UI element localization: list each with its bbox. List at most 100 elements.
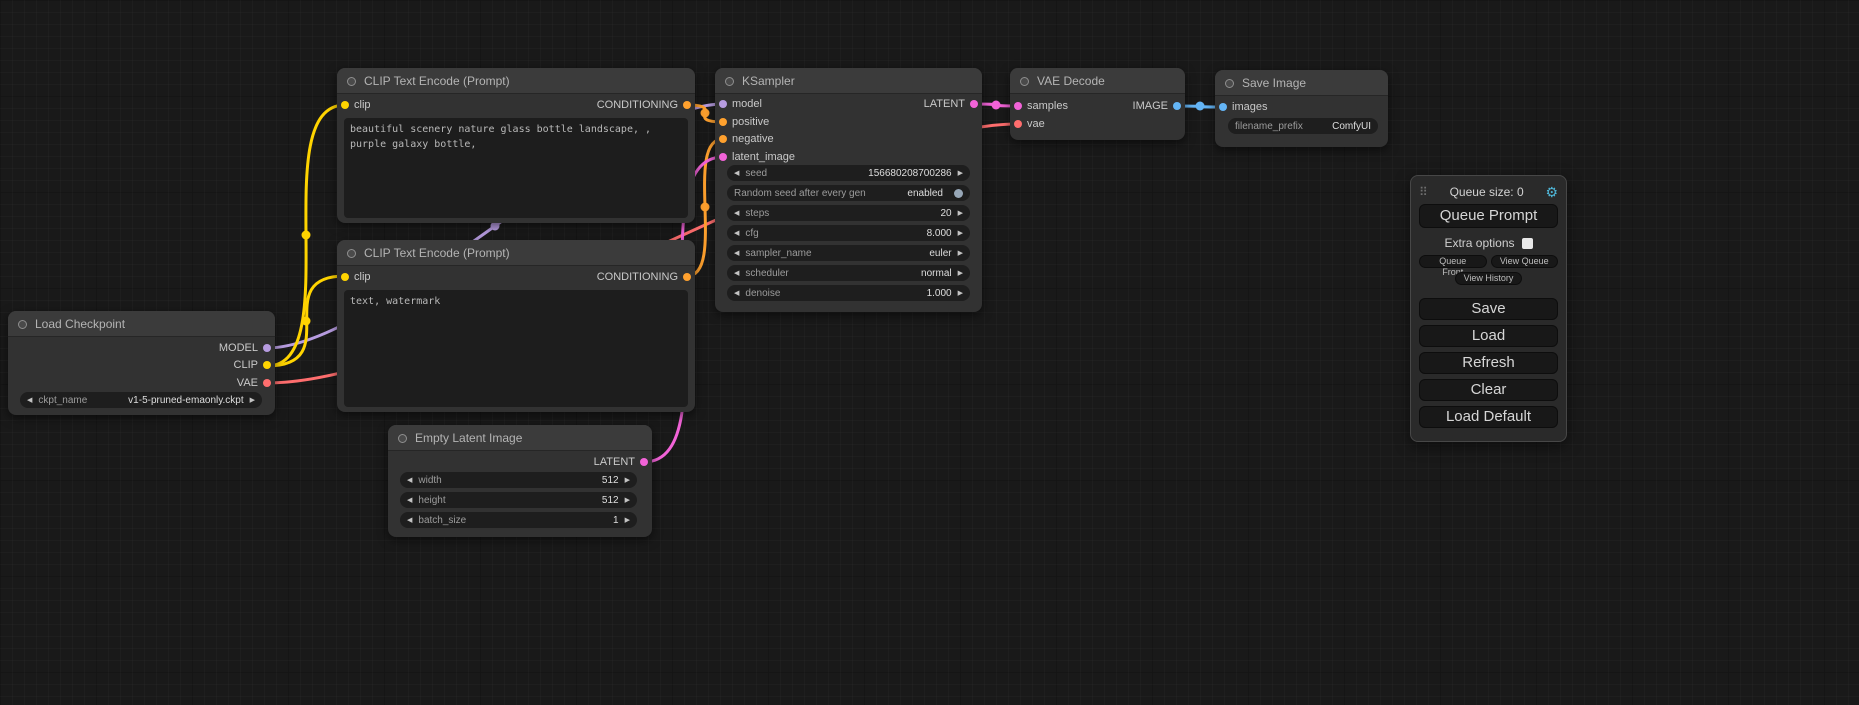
link-conditioning-positive-dot[interactable] bbox=[701, 109, 710, 118]
save-button[interactable]: Save bbox=[1419, 298, 1558, 320]
node-title-bar[interactable]: Save Image bbox=[1215, 70, 1388, 96]
increment-icon[interactable]: ▶ bbox=[958, 250, 963, 257]
view-history-button[interactable]: View History bbox=[1455, 272, 1523, 285]
widget-height[interactable]: ◀ height 512 ▶ bbox=[400, 492, 637, 508]
increment-icon[interactable]: ▶ bbox=[958, 170, 963, 177]
node-clip-text-encode-positive[interactable]: CLIP Text Encode (Prompt) clip CONDITION… bbox=[337, 68, 695, 223]
node-graph-canvas[interactable]: Load Checkpoint MODEL CLIP VAE ◀ ckpt_na… bbox=[0, 0, 1859, 705]
link-samples-dot[interactable] bbox=[992, 101, 1001, 110]
widget-random-seed-toggle[interactable]: Random seed after every gen enabled bbox=[727, 185, 970, 201]
node-empty-latent-image[interactable]: Empty Latent Image LATENT ◀ width 512 ▶ … bbox=[388, 425, 652, 537]
vae-slot-dot[interactable] bbox=[263, 379, 271, 387]
decrement-icon[interactable]: ◀ bbox=[27, 397, 32, 404]
widget-cfg[interactable]: ◀ cfg 8.000 ▶ bbox=[727, 225, 970, 241]
widget-label: denoise bbox=[745, 288, 780, 299]
settings-gear-icon[interactable]: ⚙ bbox=[1545, 185, 1558, 199]
increment-icon[interactable]: ▶ bbox=[625, 497, 630, 504]
toggle-knob-icon[interactable] bbox=[954, 189, 963, 198]
conditioning-slot-dot[interactable] bbox=[719, 118, 727, 126]
output-slot-image: IMAGE bbox=[1010, 97, 1185, 115]
decrement-icon[interactable]: ◀ bbox=[734, 250, 739, 257]
node-save-image[interactable]: Save Image images filename_prefix ComfyU… bbox=[1215, 70, 1388, 147]
slot-label: IMAGE bbox=[1133, 100, 1168, 112]
queue-buttons-row: Queue Front View Queue bbox=[1419, 255, 1558, 268]
output-slot-latent: LATENT bbox=[388, 453, 652, 471]
node-vae-decode[interactable]: VAE Decode samples IMAGE vae bbox=[1010, 68, 1185, 140]
widget-label: height bbox=[418, 495, 445, 506]
increment-icon[interactable]: ▶ bbox=[958, 210, 963, 217]
node-title: Empty Latent Image bbox=[415, 431, 522, 445]
node-title-bar[interactable]: KSampler bbox=[715, 68, 982, 94]
increment-icon[interactable]: ▶ bbox=[958, 230, 963, 237]
widget-seed[interactable]: ◀ seed 156680208700286 ▶ bbox=[727, 165, 970, 181]
image-slot-dot[interactable] bbox=[1173, 102, 1181, 110]
view-queue-button[interactable]: View Queue bbox=[1491, 255, 1559, 268]
widget-value: normal bbox=[921, 268, 952, 279]
node-ksampler[interactable]: KSampler model LATENT positive negative … bbox=[715, 68, 982, 312]
decrement-icon[interactable]: ◀ bbox=[734, 290, 739, 297]
widget-steps[interactable]: ◀ steps 20 ▶ bbox=[727, 205, 970, 221]
node-clip-text-encode-negative[interactable]: CLIP Text Encode (Prompt) clip CONDITION… bbox=[337, 240, 695, 412]
image-slot-dot[interactable] bbox=[1219, 103, 1227, 111]
model-slot-dot[interactable] bbox=[263, 344, 271, 352]
decrement-icon[interactable]: ◀ bbox=[734, 270, 739, 277]
drag-handle-icon[interactable]: ⠿ bbox=[1419, 185, 1428, 199]
node-title-bar[interactable]: CLIP Text Encode (Prompt) bbox=[337, 240, 695, 266]
widget-value: 1.000 bbox=[927, 288, 952, 299]
refresh-button[interactable]: Refresh bbox=[1419, 352, 1558, 374]
conditioning-slot-dot[interactable] bbox=[719, 135, 727, 143]
decrement-icon[interactable]: ◀ bbox=[734, 210, 739, 217]
widget-width[interactable]: ◀ width 512 ▶ bbox=[400, 472, 637, 488]
queue-menu-panel[interactable]: ⠿ Queue size: 0 ⚙ Queue Prompt Extra opt… bbox=[1410, 175, 1567, 442]
queue-size-label: Queue size: 0 bbox=[1450, 185, 1524, 199]
extra-options-checkbox[interactable] bbox=[1522, 238, 1533, 249]
widget-value: 512 bbox=[602, 495, 619, 506]
decrement-icon[interactable]: ◀ bbox=[407, 497, 412, 504]
link-images-dot[interactable] bbox=[1196, 102, 1205, 111]
node-title-bar[interactable]: Empty Latent Image bbox=[388, 425, 652, 451]
slot-label: VAE bbox=[237, 377, 258, 389]
vae-slot-dot[interactable] bbox=[1014, 120, 1022, 128]
decrement-icon[interactable]: ◀ bbox=[734, 170, 739, 177]
latent-slot-dot[interactable] bbox=[640, 458, 648, 466]
slot-label: negative bbox=[732, 133, 774, 145]
output-slot-clip: CLIP bbox=[8, 356, 275, 374]
increment-icon[interactable]: ▶ bbox=[958, 270, 963, 277]
widget-batch-size[interactable]: ◀ batch_size 1 ▶ bbox=[400, 512, 637, 528]
increment-icon[interactable]: ▶ bbox=[958, 290, 963, 297]
widget-label: scheduler bbox=[745, 268, 788, 279]
decrement-icon[interactable]: ◀ bbox=[734, 230, 739, 237]
latent-slot-dot[interactable] bbox=[970, 100, 978, 108]
load-button[interactable]: Load bbox=[1419, 325, 1558, 347]
widget-sampler-name[interactable]: ◀ sampler_name euler ▶ bbox=[727, 245, 970, 261]
conditioning-slot-dot[interactable] bbox=[683, 101, 691, 109]
widget-denoise[interactable]: ◀ denoise 1.000 ▶ bbox=[727, 285, 970, 301]
increment-icon[interactable]: ▶ bbox=[625, 477, 630, 484]
prompt-textarea[interactable]: text, watermark bbox=[344, 290, 688, 407]
increment-icon[interactable]: ▶ bbox=[625, 517, 630, 524]
node-load-checkpoint[interactable]: Load Checkpoint MODEL CLIP VAE ◀ ckpt_na… bbox=[8, 311, 275, 415]
queue-front-button[interactable]: Queue Front bbox=[1419, 255, 1487, 268]
load-default-button[interactable]: Load Default bbox=[1419, 406, 1558, 428]
clear-button[interactable]: Clear bbox=[1419, 379, 1558, 401]
widget-value: v1-5-pruned-emaonly.ckpt bbox=[128, 395, 243, 406]
widget-filename-prefix[interactable]: filename_prefix ComfyUI bbox=[1228, 118, 1378, 134]
widget-ckpt-name[interactable]: ◀ ckpt_name v1-5-pruned-emaonly.ckpt ▶ bbox=[20, 392, 262, 408]
widget-label: steps bbox=[745, 208, 769, 219]
node-title-bar[interactable]: Load Checkpoint bbox=[8, 311, 275, 337]
conditioning-slot-dot[interactable] bbox=[683, 273, 691, 281]
prompt-textarea[interactable]: beautiful scenery nature glass bottle la… bbox=[344, 118, 688, 218]
node-title-bar[interactable]: CLIP Text Encode (Prompt) bbox=[337, 68, 695, 94]
node-title-bar[interactable]: VAE Decode bbox=[1010, 68, 1185, 94]
queue-prompt-button[interactable]: Queue Prompt bbox=[1419, 204, 1558, 228]
decrement-icon[interactable]: ◀ bbox=[407, 477, 412, 484]
link-conditioning-negative-dot[interactable] bbox=[701, 203, 710, 212]
clip-slot-dot[interactable] bbox=[263, 361, 271, 369]
link-clip-positive-dot[interactable] bbox=[302, 231, 311, 240]
increment-icon[interactable]: ▶ bbox=[250, 397, 255, 404]
extra-options-label: Extra options bbox=[1444, 236, 1514, 250]
latent-slot-dot[interactable] bbox=[719, 153, 727, 161]
widget-scheduler[interactable]: ◀ scheduler normal ▶ bbox=[727, 265, 970, 281]
decrement-icon[interactable]: ◀ bbox=[407, 517, 412, 524]
link-clip-negative-dot[interactable] bbox=[302, 317, 311, 326]
